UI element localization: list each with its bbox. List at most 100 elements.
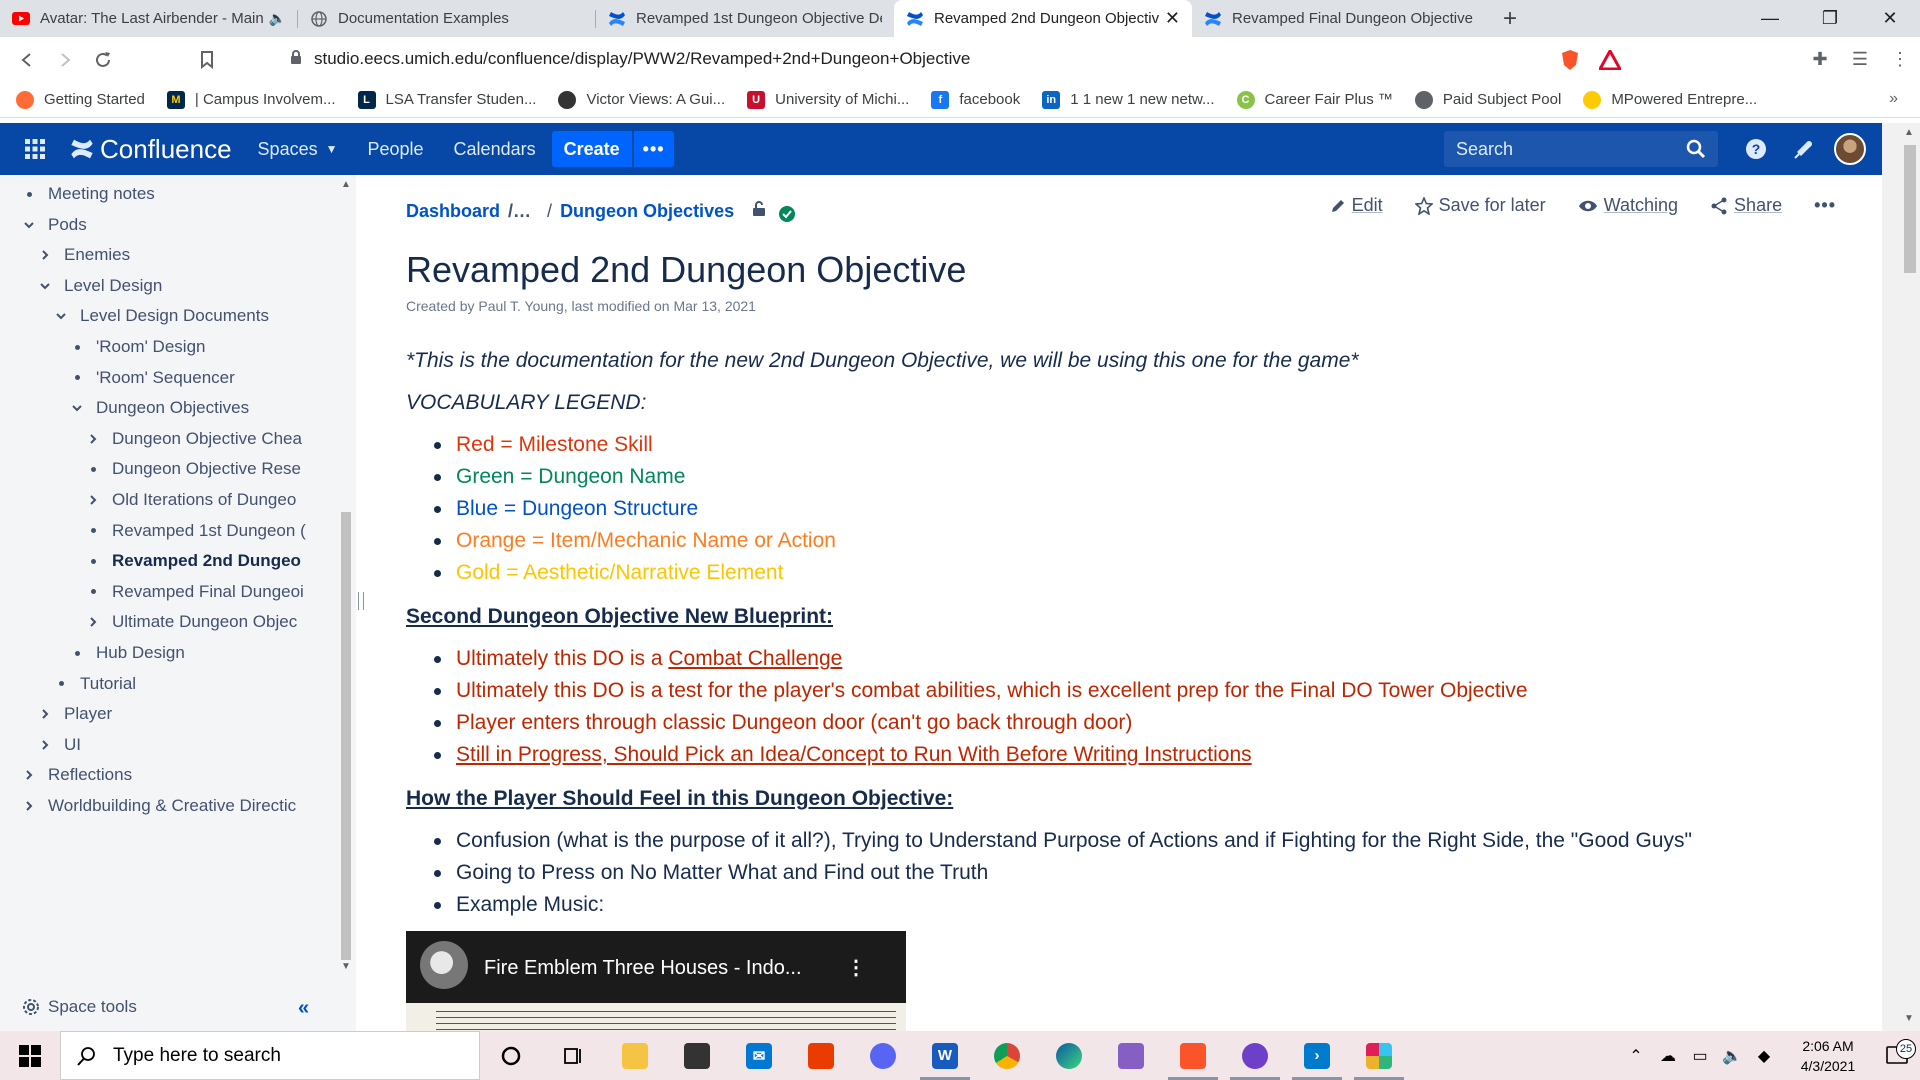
reading-list-icon[interactable]: ☰ (1840, 49, 1880, 70)
windows-start-icon[interactable] (0, 1031, 60, 1080)
nav-spaces[interactable]: Spaces ▼ (258, 139, 338, 160)
sidebar-item[interactable]: Revamped Final Dungeoi (86, 577, 304, 607)
browser-menu-icon[interactable]: ⋮ (1880, 49, 1920, 70)
scroll-down-icon[interactable]: ▼ (341, 961, 351, 972)
bookmark-item[interactable]: f facebook (931, 90, 1020, 109)
brave-icon[interactable] (1162, 1031, 1224, 1080)
chevron-right-icon[interactable] (38, 249, 52, 261)
battery-icon[interactable]: ▭ (1684, 1046, 1716, 1066)
avatar[interactable] (1834, 133, 1866, 165)
extensions-icon[interactable]: ✚ (1800, 49, 1840, 70)
chevron-right-icon[interactable] (22, 769, 36, 781)
edit-button[interactable]: Edit (1330, 195, 1383, 216)
sidebar-item[interactable]: Reflections (22, 760, 132, 790)
office-icon[interactable] (790, 1031, 852, 1080)
breadcrumb-dungeon-objectives[interactable]: Dungeon Objectives (560, 201, 734, 222)
sidebar-item[interactable]: Meeting notes (22, 179, 155, 209)
chevron-right-icon[interactable] (38, 708, 52, 720)
sidebar-item[interactable]: Level Design Documents (54, 301, 269, 331)
sidebar-item[interactable]: Old Iterations of Dungeo (86, 485, 296, 515)
video-menu-icon[interactable]: ⋮ (846, 955, 866, 980)
chevron-right-icon[interactable] (86, 494, 100, 506)
sidebar-item[interactable]: Ultimate Dungeon Objec (86, 607, 297, 637)
action-center-icon[interactable]: 25 (1876, 1038, 1920, 1067)
help-icon[interactable]: ? (1732, 138, 1780, 160)
chevron-right-icon[interactable] (86, 433, 100, 445)
bookmark-item[interactable]: U University of Michi... (747, 90, 909, 109)
more-actions-button[interactable]: ••• (1814, 195, 1836, 216)
chevron-down-icon[interactable] (38, 280, 52, 292)
sidebar-scrollbar[interactable]: ▲ ▼ (338, 175, 354, 975)
watching-button[interactable]: Watching (1578, 195, 1678, 216)
scrollbar-thumb[interactable] (341, 512, 351, 960)
close-tab-icon[interactable]: ✕ (1165, 8, 1180, 29)
task-view-icon[interactable] (542, 1031, 604, 1080)
collapse-sidebar-button[interactable]: « (298, 997, 309, 1020)
browser-tab[interactable]: Documentation Examples (298, 0, 596, 37)
breadcrumb-ellipsis[interactable]: /… (508, 201, 531, 222)
share-button[interactable]: Share (1710, 195, 1782, 216)
bookmark-item[interactable]: L LSA Transfer Studen... (357, 90, 536, 109)
bookmark-item[interactable]: Getting Started (16, 90, 145, 109)
dropbox-icon[interactable]: ◆ (1748, 1046, 1780, 1066)
taskbar-clock[interactable]: 2:06 AM 4/3/2021 (1780, 1036, 1876, 1076)
volume-icon[interactable]: 🔈 (1716, 1046, 1748, 1066)
store-icon[interactable] (666, 1031, 728, 1080)
sidebar-item[interactable]: Hub Design (70, 638, 185, 668)
create-button[interactable]: Create (551, 131, 632, 167)
combat-challenge-link[interactable]: Combat Challenge (668, 647, 842, 670)
sidebar-item[interactable]: 'Room' Design (70, 332, 205, 362)
create-more-button[interactable]: ••• (633, 131, 674, 167)
visual-studio-icon[interactable] (1100, 1031, 1162, 1080)
bookmark-item[interactable]: Victor Views: A Gui... (558, 90, 725, 109)
show-hidden-icons-icon[interactable]: ⌃ (1620, 1046, 1652, 1066)
search-input[interactable]: Search (1444, 131, 1718, 167)
sidebar-item[interactable]: Revamped 1st Dungeon ( (86, 516, 306, 546)
mail-icon[interactable]: ✉ (728, 1031, 790, 1080)
close-window-icon[interactable]: ✕ (1860, 0, 1920, 37)
file-explorer-icon[interactable] (604, 1031, 666, 1080)
notifications-icon[interactable] (1780, 138, 1828, 160)
browser-tab[interactable]: Revamped 1st Dungeon Objective Des (596, 0, 894, 37)
bookmark-item[interactable]: C Career Fair Plus ™ (1236, 90, 1393, 109)
sidebar-item[interactable]: Player (38, 699, 112, 729)
sidebar-item[interactable]: 'Room' Sequencer (70, 363, 235, 393)
embedded-video[interactable]: Fire Emblem Three Houses - Indo... ⋮ (406, 931, 906, 1031)
word-icon[interactable]: W (914, 1031, 976, 1080)
sidebar-item[interactable]: Level Design (38, 271, 162, 301)
slack-icon[interactable] (1348, 1031, 1410, 1080)
space-tools-button[interactable]: Space tools (22, 997, 137, 1017)
sidebar-item[interactable]: Dungeon Objective Rese (86, 454, 301, 484)
browser-tab[interactable]: Avatar: The Last Airbender - Main 🔈 (0, 0, 298, 37)
onedrive-icon[interactable]: ☁ (1652, 1046, 1684, 1066)
discord-icon[interactable] (852, 1031, 914, 1080)
forward-icon[interactable] (46, 41, 84, 79)
sidebar-item[interactable]: UI (38, 730, 81, 760)
chrome-icon[interactable] (976, 1031, 1038, 1080)
bookmark-item[interactable]: in 1 1 new 1 new netw... (1042, 90, 1215, 109)
sidebar-item[interactable]: Dungeon Objectives (70, 393, 249, 423)
sidebar-item[interactable]: Tutorial (54, 669, 136, 699)
restore-icon[interactable]: ❐ (1800, 0, 1860, 37)
chevron-down-icon[interactable] (22, 219, 36, 231)
sidebar-item[interactable]: Pods (22, 210, 87, 240)
bookmark-item[interactable]: Paid Subject Pool (1414, 90, 1561, 109)
taskbar-search-input[interactable]: Type here to search (60, 1031, 480, 1080)
chevron-down-icon[interactable] (70, 402, 84, 414)
chevron-right-icon[interactable] (86, 616, 100, 628)
bookmark-icon[interactable] (188, 41, 226, 79)
bookmark-item[interactable]: M | Campus Involvem... (166, 90, 336, 109)
unlock-icon[interactable] (752, 201, 766, 222)
sidebar-item[interactable]: Enemies (38, 240, 130, 270)
address-bar[interactable]: studio.eecs.umich.edu/confluence/display… (290, 41, 1550, 77)
sidebar-item[interactable]: Dungeon Objective Chea (86, 424, 302, 454)
edge-icon[interactable] (1038, 1031, 1100, 1080)
page-scrollbar[interactable]: ▲ ▼ (1882, 123, 1920, 1031)
brave-rewards-icon[interactable] (1590, 49, 1630, 70)
video-title[interactable]: Fire Emblem Three Houses - Indo... (484, 957, 802, 980)
bookmark-item[interactable]: MPowered Entrepre... (1583, 90, 1757, 109)
new-tab-button[interactable]: + (1490, 0, 1530, 37)
sidebar-resize-handle[interactable] (358, 592, 364, 610)
scroll-up-icon[interactable]: ▲ (341, 179, 351, 190)
confluence-logo[interactable]: Confluence (70, 134, 232, 165)
